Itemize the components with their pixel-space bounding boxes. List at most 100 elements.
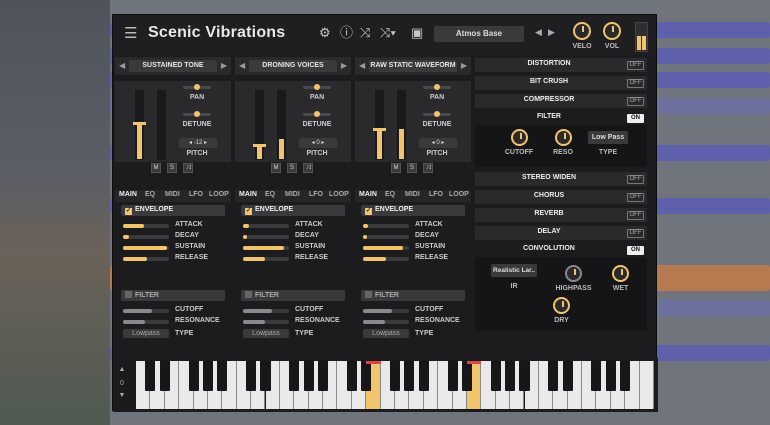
release-bar[interactable] (243, 257, 289, 261)
unchecked-icon[interactable] (125, 291, 132, 298)
mute-button[interactable]: M (271, 163, 281, 173)
check-icon[interactable]: ✓ (245, 208, 252, 215)
black-key[interactable] (620, 361, 631, 391)
oscillator-name[interactable]: DRONING VOICES (249, 60, 337, 72)
black-key[interactable] (591, 361, 602, 391)
decay-bar[interactable] (123, 235, 169, 239)
black-key[interactable] (447, 361, 458, 391)
envelope-header[interactable]: ✓ ENVELOPE (361, 205, 465, 216)
tab-lfo[interactable]: LFO (189, 191, 203, 198)
envelope-release[interactable]: RELEASE (363, 254, 467, 264)
effect-toggle[interactable]: OFF (627, 211, 644, 220)
envelope-attack[interactable]: ATTACK (123, 221, 227, 231)
effect-toggle[interactable]: OFF (627, 175, 644, 184)
tab-lfo[interactable]: LFO (429, 191, 443, 198)
pan-slider[interactable] (183, 84, 211, 90)
pitch-down-icon[interactable]: ◂ (189, 140, 192, 146)
decay-bar[interactable] (363, 235, 409, 239)
tab-eq[interactable]: EQ (145, 191, 155, 198)
black-key[interactable] (145, 361, 156, 391)
fx-filter-reso-knob[interactable] (555, 129, 572, 146)
envelope-sustain[interactable]: SUSTAIN (123, 243, 227, 253)
effect-toggle[interactable]: OFF (627, 229, 644, 238)
envelope-attack[interactable]: ATTACK (243, 221, 347, 231)
ir-select[interactable]: Realistic Lar.. (491, 264, 537, 277)
osc-next-icon[interactable]: ▶ (341, 61, 347, 70)
tab-eq[interactable]: EQ (385, 191, 395, 198)
osc-prev-icon[interactable]: ◀ (359, 61, 365, 70)
filter-type-select[interactable]: Lowpass (363, 329, 409, 338)
envelope-sustain[interactable]: SUSTAIN (363, 243, 467, 253)
envelope-attack[interactable]: ATTACK (363, 221, 467, 231)
black-key[interactable] (202, 361, 213, 391)
black-key[interactable] (461, 361, 472, 391)
randomize-options-icon[interactable]: ⤨▾ (380, 26, 396, 40)
envelope-sustain[interactable]: SUSTAIN (243, 243, 347, 253)
tab-loop[interactable]: LOOP (449, 191, 469, 198)
solo-button[interactable]: S (287, 163, 297, 173)
effect-reverb[interactable]: REVERB OFF (475, 208, 647, 222)
filter-type-select[interactable]: Lowpass (123, 329, 169, 338)
info-icon[interactable]: ⓘ (340, 26, 353, 40)
fader-handle[interactable] (253, 144, 266, 147)
sustain-bar[interactable] (243, 246, 289, 250)
detune-handle[interactable] (314, 111, 320, 117)
black-key[interactable] (289, 361, 300, 391)
sustain-bar[interactable] (363, 246, 409, 250)
black-key[interactable] (260, 361, 271, 391)
detune-slider[interactable] (423, 111, 451, 117)
filter-fader[interactable] (277, 90, 286, 160)
pan-handle[interactable] (194, 84, 200, 90)
envelope-decay[interactable]: DECAY (243, 232, 347, 242)
cutoff-bar[interactable] (243, 309, 289, 313)
filter-toggle[interactable]: FILTER (365, 291, 399, 299)
filter-cutoff[interactable]: CUTOFF (243, 306, 347, 316)
black-key[interactable] (548, 361, 559, 391)
detune-slider[interactable] (303, 111, 331, 117)
effect-bitcrush[interactable]: BIT CRUSH OFF (475, 76, 647, 90)
fader-handle[interactable] (373, 128, 386, 131)
filter-fader[interactable] (157, 90, 166, 160)
tab-midi[interactable]: MIDI (165, 191, 180, 198)
pan-handle[interactable] (314, 84, 320, 90)
envelope-header[interactable]: ✓ ENVELOPE (241, 205, 345, 216)
black-key[interactable] (188, 361, 199, 391)
envelope-toggle[interactable]: ✓ ENVELOPE (125, 206, 173, 215)
black-key[interactable] (361, 361, 372, 391)
fader-handle[interactable] (133, 122, 146, 125)
shuffle-icon[interactable]: ⤨ (423, 163, 433, 173)
unchecked-icon[interactable] (365, 291, 372, 298)
cutoff-bar[interactable] (363, 309, 409, 313)
filter-resonance[interactable]: RESONANCE (243, 317, 347, 327)
pitch-up-icon[interactable]: ▸ (441, 140, 444, 146)
black-key[interactable] (346, 361, 357, 391)
effect-compressor[interactable]: COMPRESSOR OFF (475, 94, 647, 108)
filter-cutoff[interactable]: CUTOFF (123, 306, 227, 316)
attack-bar[interactable] (123, 224, 169, 228)
tab-eq[interactable]: EQ (265, 191, 275, 198)
black-key[interactable] (418, 361, 429, 391)
highpass-knob[interactable] (565, 265, 582, 282)
solo-button[interactable]: S (407, 163, 417, 173)
black-key[interactable] (562, 361, 573, 391)
filter-fader[interactable] (397, 90, 406, 160)
resonance-bar[interactable] (243, 320, 289, 324)
filter-header[interactable]: FILTER (361, 290, 465, 301)
filter-cutoff[interactable]: CUTOFF (363, 306, 467, 316)
black-key[interactable] (490, 361, 501, 391)
pan-handle[interactable] (434, 84, 440, 90)
preset-next-icon[interactable]: ▶ (548, 27, 555, 38)
pitch-stepper[interactable]: ◂ 0 ▸ (299, 138, 337, 148)
black-key[interactable] (246, 361, 257, 391)
attack-bar[interactable] (243, 224, 289, 228)
black-key[interactable] (159, 361, 170, 391)
release-bar[interactable] (363, 257, 409, 261)
check-icon[interactable]: ✓ (125, 208, 132, 215)
shuffle-icon[interactable]: ⤨ (183, 163, 193, 173)
fx-filter-cutoff-knob[interactable] (511, 129, 528, 146)
decay-bar[interactable] (243, 235, 289, 239)
sustain-bar[interactable] (123, 246, 169, 250)
envelope-header[interactable]: ✓ ENVELOPE (121, 205, 225, 216)
black-key[interactable] (404, 361, 415, 391)
envelope-decay[interactable]: DECAY (363, 232, 467, 242)
